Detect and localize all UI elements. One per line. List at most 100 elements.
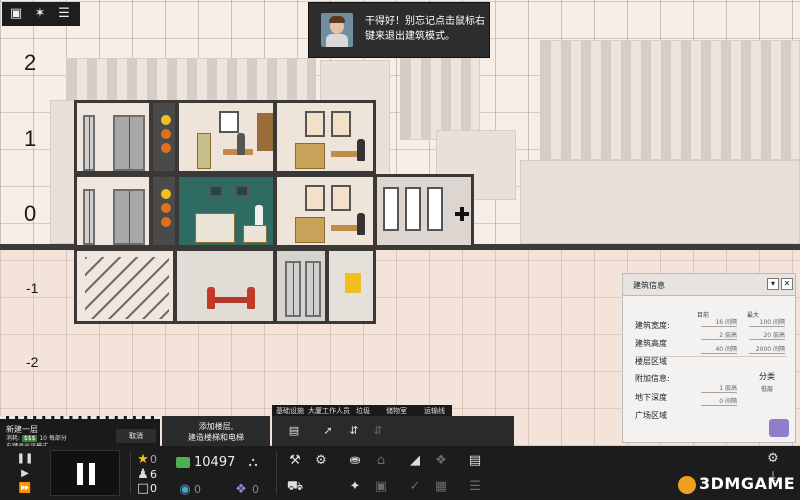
close-icon[interactable]: ✕ xyxy=(781,278,793,290)
shop-clerk xyxy=(255,205,263,227)
service-elevator-icon[interactable]: ⇵ xyxy=(370,424,386,438)
cabinet xyxy=(197,133,211,169)
basement-current: 1 层高 xyxy=(701,383,737,393)
build-floor-drawer: 新建一层 消耗: $$$ 10 每部分 右键退出该模式 取消 xyxy=(0,416,160,450)
add-floor-button[interactable]: 添加楼层, 建造楼梯和电梯 xyxy=(162,416,270,446)
staircase xyxy=(85,257,169,319)
basement-depth-label: 地下深度 xyxy=(635,393,667,402)
hint-tooltip: 干得好！别忘记点击鼠标右键来退出建筑模式。 xyxy=(308,2,490,58)
floor-label-2: 2 xyxy=(24,50,37,75)
office-room-f0[interactable] xyxy=(274,174,376,248)
build-tool-icon[interactable]: ⚒ xyxy=(286,452,304,470)
home-icon[interactable]: ⌂ xyxy=(372,452,390,470)
elevator-shaft-f0[interactable] xyxy=(150,174,178,248)
bg-building xyxy=(520,160,800,244)
floor-label-minus2: -2 xyxy=(26,354,39,370)
shop-room-f0[interactable] xyxy=(176,174,276,248)
sparkle-icon[interactable]: ✶ xyxy=(32,6,48,22)
desk xyxy=(331,225,357,231)
star-count: 0 xyxy=(150,453,157,466)
elevator-indicator-icon xyxy=(161,203,171,213)
category-value: 低层 xyxy=(761,386,774,393)
height-current-spacing: 40 间隔 xyxy=(701,344,737,354)
globe-icon: ◉ xyxy=(179,482,191,497)
basement-current-spacing: 0 间隔 xyxy=(701,396,737,406)
elevator-shaft-f1[interactable] xyxy=(150,100,178,174)
breakroom-b1[interactable] xyxy=(174,248,276,324)
elevator-icon[interactable]: ⇵ xyxy=(346,424,362,438)
utility-room-b1[interactable] xyxy=(326,248,376,324)
settings-gear-icon[interactable]: ⚙ xyxy=(764,450,782,468)
tab-transport[interactable]: 运输线 xyxy=(424,406,445,416)
bank-icon[interactable]: ⛬ xyxy=(244,454,262,472)
height-label: 建筑高度 xyxy=(635,339,667,348)
elevator-door xyxy=(113,189,145,245)
money-value: 10497 xyxy=(194,455,236,470)
cancel-button[interactable]: 取消 xyxy=(116,429,156,443)
office-icon[interactable]: ⛂ xyxy=(346,452,364,470)
floor-zone-label: 楼层区域 xyxy=(635,357,667,366)
office-worker xyxy=(357,139,365,161)
list-tool-icon[interactable]: ☰ xyxy=(466,478,484,496)
handshake-hud-icon: ❖ xyxy=(235,482,247,497)
tab-trash[interactable]: 垃圾 xyxy=(356,406,370,416)
height-max: 20 层高 xyxy=(749,330,785,340)
shop-icon[interactable]: ▣ xyxy=(372,478,390,496)
office-worker xyxy=(237,133,245,155)
add-stairs-icon[interactable]: ▤ xyxy=(286,424,302,438)
time-panel[interactable] xyxy=(50,450,120,496)
display-counter xyxy=(195,213,235,243)
tab-infrastructure[interactable]: 基础设施 xyxy=(276,406,304,416)
elevator-door xyxy=(83,189,95,245)
office-room-f1a[interactable] xyxy=(176,100,276,174)
elevator-door xyxy=(83,115,95,171)
medical-cross-icon xyxy=(455,207,469,221)
collapse-icon[interactable]: ▾ xyxy=(767,278,779,290)
office-worker xyxy=(357,213,365,235)
shelf xyxy=(243,225,267,243)
storage-room-b1[interactable] xyxy=(274,248,328,324)
extra-info-label: 附加信息: xyxy=(635,374,670,383)
build-items-row: ▤ ➚ ⇵ ⇵ xyxy=(272,416,514,446)
panel-title: 建筑信息 xyxy=(633,281,665,290)
stairs-room-b1[interactable] xyxy=(74,248,176,324)
watermark-logo-icon xyxy=(678,475,696,494)
storage-door xyxy=(285,261,301,317)
floor-label-1: 1 xyxy=(24,126,37,151)
add-floor-line1: 添加楼层, xyxy=(198,422,234,431)
elevator-indicator-icon xyxy=(161,143,171,153)
pipe-icon[interactable]: ➚ xyxy=(320,424,336,438)
picture-icon[interactable]: ▦ xyxy=(432,478,450,496)
elevator-room-f0[interactable] xyxy=(74,174,152,248)
storage-door xyxy=(305,261,321,317)
elevator-indicator-icon xyxy=(161,217,171,227)
elevator-indicator-icon xyxy=(161,189,171,199)
window xyxy=(305,111,325,137)
office-room-f1b[interactable] xyxy=(274,100,376,174)
fast-forward-icon[interactable]: ⏩ xyxy=(16,480,34,498)
lobby-room-f0[interactable] xyxy=(374,174,474,248)
cube-icon[interactable]: ◢ xyxy=(406,452,424,470)
elevator-room-f1[interactable] xyxy=(74,100,152,174)
handshake-tool-icon[interactable]: ❖ xyxy=(432,452,450,470)
repair-tool-icon[interactable]: ⚙ xyxy=(312,452,330,470)
bulldozer-icon[interactable]: ⛟ xyxy=(286,478,304,496)
check-icon[interactable]: ✓ xyxy=(406,478,424,496)
window xyxy=(331,185,351,211)
document-icon[interactable]: ▤ xyxy=(466,452,484,470)
width-current: 16 间隔 xyxy=(701,317,737,327)
layers-icon[interactable]: ▣ xyxy=(8,6,24,22)
pause-icon xyxy=(77,463,95,485)
tab-storage[interactable]: 储物室 xyxy=(386,406,407,416)
building-info-panel: 建筑信息 ▾ ✕ 目前 最大 建筑宽度: 16 间隔 100 间隔 2 层高 2… xyxy=(622,273,796,443)
filing-boxes xyxy=(295,143,325,169)
restaurant-icon[interactable]: ✦ xyxy=(346,478,364,496)
rating-a-value: 0 xyxy=(194,483,201,496)
panel-header: 建筑信息 ▾ ✕ xyxy=(623,274,795,296)
plaza-label: 广场区域 xyxy=(635,411,667,420)
bg-building xyxy=(540,40,800,160)
tab-building-staff[interactable]: 大厦工作人员 xyxy=(308,406,350,416)
handshake-icon[interactable] xyxy=(769,419,789,437)
add-floor-line2: 建造楼梯和电梯 xyxy=(188,433,244,442)
list-icon[interactable]: ☰ xyxy=(56,6,72,22)
